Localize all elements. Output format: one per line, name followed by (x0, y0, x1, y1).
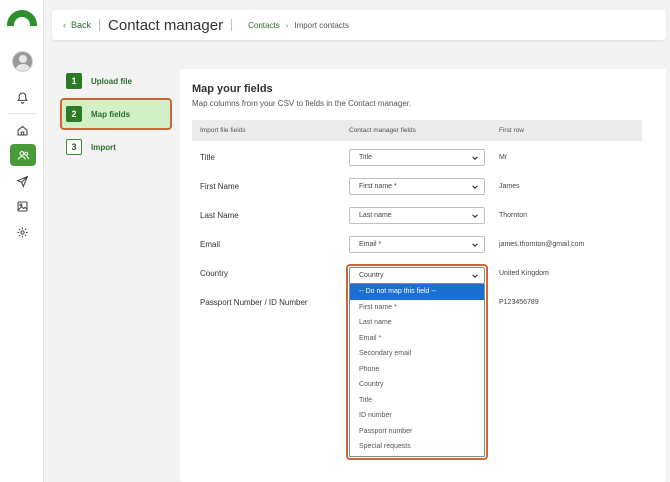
back-label: Back (71, 20, 92, 30)
first-row-value: Thornton (499, 212, 528, 219)
step-upload-file[interactable]: 1 Upload file (61, 67, 171, 95)
breadcrumb-contacts-link[interactable]: Contacts (248, 21, 280, 30)
step-number: 1 (66, 73, 82, 89)
chevron-right-icon: › (285, 20, 289, 30)
table-row: Email Email * james.thornton@gmail.com (192, 231, 642, 260)
select-value: Email * (359, 241, 382, 248)
step-import[interactable]: 3 Import (61, 133, 171, 161)
chevron-left-icon: ‹ (63, 20, 66, 30)
back-button[interactable]: ‹ Back (63, 20, 91, 30)
dropdown-option[interactable]: First name * (350, 300, 484, 316)
chevron-down-icon (472, 243, 478, 247)
section-subtitle: Map columns from your CSV to fields in t… (192, 99, 412, 108)
field-mapping-select[interactable]: Title (349, 149, 485, 166)
table-row: First Name First name * James (192, 173, 642, 202)
column-header-import-fields: Import file fields (200, 127, 246, 134)
table-row: Title Title Mr (192, 144, 642, 173)
dropdown-option[interactable]: Phone (350, 362, 484, 378)
first-row-value: Mr (499, 154, 508, 161)
field-mapping-select[interactable]: Last name (349, 207, 485, 224)
import-field-name: Email (200, 240, 221, 249)
send-icon[interactable] (10, 170, 34, 192)
table-row: Last Name Last name Thornton (192, 202, 642, 231)
select-value: First name * (359, 183, 397, 190)
step-label: Import (91, 142, 116, 152)
avatar[interactable] (12, 51, 33, 72)
column-header-first-row: First row (499, 127, 524, 134)
import-field-name: Title (200, 153, 215, 162)
dropdown-option[interactable]: Email * (350, 331, 484, 347)
header-divider-2 (231, 19, 233, 31)
page-title: Contact manager (108, 16, 224, 34)
dropdown-option[interactable]: Passport number (350, 424, 484, 440)
dropdown-option[interactable]: -- Do not map this field -- (350, 284, 484, 300)
dropdown-option[interactable]: Country (350, 377, 484, 393)
select-value: Title (359, 154, 372, 161)
dropdown-option[interactable]: Secondary email (350, 346, 484, 362)
contacts-icon[interactable] (10, 144, 36, 166)
step-label: Upload file (91, 76, 132, 86)
dropdown-option[interactable]: ID number (350, 408, 484, 424)
import-field-name: Last Name (200, 211, 239, 220)
import-field-name: First Name (200, 182, 240, 191)
select-value: Last name (359, 212, 392, 219)
dropdown-option[interactable]: Last name (350, 315, 484, 331)
column-header-contact-fields: Contact manager fields (349, 127, 416, 134)
header-divider (99, 19, 101, 31)
dropdown-option[interactable]: Special requests (350, 439, 484, 455)
import-field-name: Passport Number / ID Number (200, 298, 308, 307)
import-field-name: Country (200, 269, 229, 278)
chevron-down-icon (472, 156, 478, 160)
rail-divider (8, 113, 36, 114)
first-row-value: James (499, 183, 520, 190)
step-map-fields[interactable]: 2 Map fields (60, 98, 172, 130)
chevron-down-icon (472, 185, 478, 189)
step-label: Map fields (91, 109, 131, 119)
field-mapping-select[interactable]: First name * (349, 178, 485, 195)
select-value: Country (359, 272, 384, 279)
country-mapping-select[interactable]: Country (349, 267, 485, 284)
first-row-value: P123456789 (499, 299, 539, 306)
step-number: 3 (66, 139, 82, 155)
chevron-down-icon (472, 214, 478, 218)
first-row-value: james.thornton@gmail.com (499, 241, 585, 248)
gear-icon[interactable] (10, 221, 34, 243)
page-header: ‹ Back Contact manager Contacts › Import… (52, 10, 666, 40)
table-header: Import file fields Contact manager field… (192, 120, 642, 141)
logo-icon (7, 10, 37, 26)
field-mapping-select[interactable]: Email * (349, 236, 485, 253)
section-title: Map your fields (192, 83, 273, 95)
dropdown-option[interactable]: Title (350, 393, 484, 409)
image-icon[interactable] (10, 195, 34, 217)
home-icon[interactable] (10, 119, 34, 141)
chevron-down-icon (472, 274, 478, 278)
icon-rail (0, 0, 44, 482)
bell-icon[interactable] (10, 86, 34, 108)
dropdown-options-list: -- Do not map this field -- First name *… (349, 284, 485, 457)
first-row-value: United Kingdom (499, 270, 549, 277)
step-number: 2 (66, 106, 82, 122)
breadcrumb: Contacts › Import contacts (248, 21, 349, 30)
breadcrumb-current: Import contacts (294, 20, 350, 30)
